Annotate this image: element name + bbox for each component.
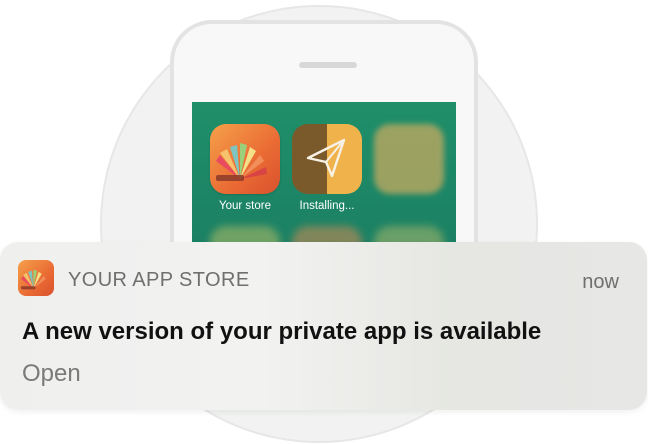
notification-title: A new version of your private app is ava… bbox=[22, 318, 542, 345]
notification-banner[interactable]: YOUR APP STORE now A new version of your… bbox=[0, 242, 647, 410]
app-icon-installing[interactable] bbox=[292, 124, 362, 194]
notification-time: now bbox=[582, 271, 619, 293]
app-label-your-store: Your store bbox=[219, 200, 271, 212]
phone-speaker bbox=[299, 62, 357, 68]
notification-open-action[interactable]: Open bbox=[22, 360, 81, 388]
app-icon-your-store[interactable] bbox=[210, 124, 280, 194]
notification-app-icon bbox=[18, 260, 54, 296]
paper-plane-icon bbox=[306, 138, 346, 178]
notification-app-name: YOUR APP STORE bbox=[68, 269, 250, 291]
feather-fan-icon bbox=[216, 143, 267, 181]
app-label-installing: Installing... bbox=[299, 200, 355, 212]
blurred-app-icon bbox=[374, 124, 444, 194]
feather-fan-icon bbox=[21, 269, 46, 290]
